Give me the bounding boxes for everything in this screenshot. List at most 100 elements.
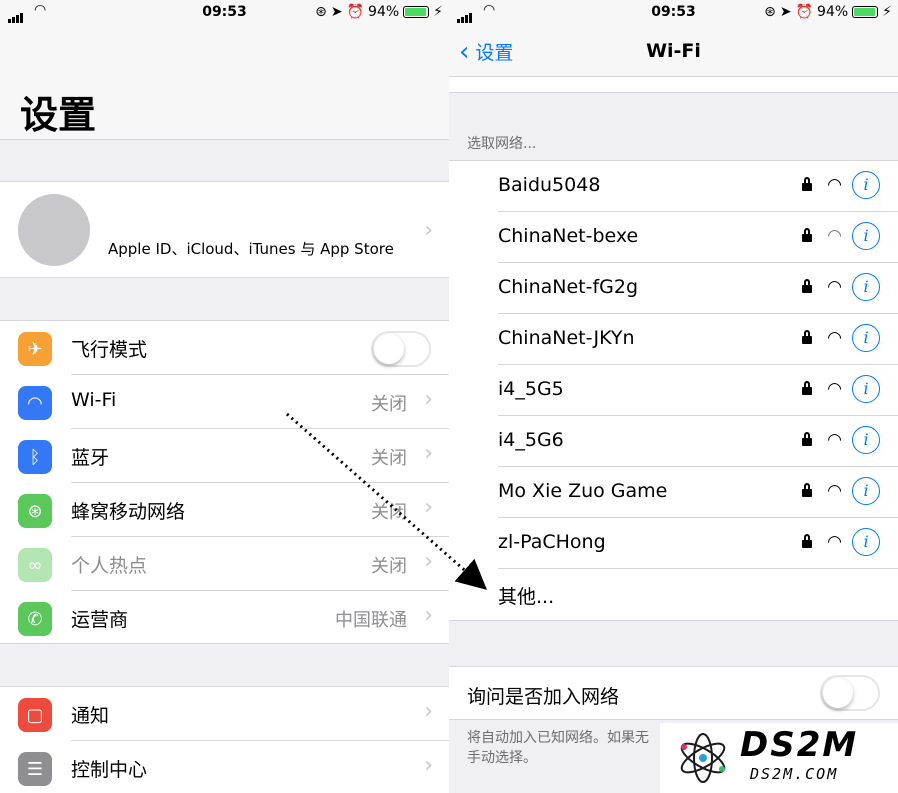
settings-row-control-center[interactable]: ☰ 控制中心 ›: [0, 741, 449, 793]
bluetooth-icon: ᛒ: [18, 440, 52, 474]
settings-row-bluetooth[interactable]: ᛒ 蓝牙 关闭 ›: [0, 429, 449, 483]
connectivity-group: ✈ 飞行模式 ◠ Wi-Fi 关闭 › ᛒ 蓝牙 关闭 › ⊛ 蜂窝移动网络 关…: [0, 320, 449, 644]
location-icon: ➤: [779, 4, 792, 20]
control-center-icon: ☰: [18, 752, 52, 786]
settings-row-carrier[interactable]: ✆ 运营商 中国联通 ›: [0, 591, 449, 645]
network-row[interactable]: Baidu5048 ◠ i: [449, 161, 898, 212]
row-label: 个人热点: [71, 555, 148, 577]
page-title: 设置: [20, 93, 97, 137]
network-row[interactable]: Mo Xie Zuo Game ◠ i: [449, 467, 898, 518]
info-icon[interactable]: i: [852, 477, 880, 505]
network-name: zl-PaCHong: [498, 531, 606, 553]
lock-icon: [802, 432, 812, 446]
wifi-signal-icon: ◠: [827, 430, 842, 450]
wifi-signal-icon: ◠: [827, 226, 842, 246]
chevron-right-icon: ›: [424, 549, 433, 574]
network-row[interactable]: ChinaNet-bexe ◠ i: [449, 212, 898, 263]
rotation-lock-icon: ⊛: [315, 4, 327, 20]
battery-percent: 94%: [368, 4, 400, 20]
lock-icon: [802, 483, 812, 497]
status-bar: ◠ 09:53 ⊛ ➤ ⏰ 94% ⚡: [0, 0, 449, 26]
ask-to-join-row: 询问是否加入网络: [449, 666, 898, 720]
alarm-icon: ⏰: [346, 4, 365, 20]
ask-to-join-footnote: 将自动加入已知网络。如果无 手动选择。: [467, 730, 649, 766]
navigation-bar: ‹ 设置 Wi-Fi: [449, 26, 898, 76]
ask-to-join-label: 询问是否加入网络: [467, 686, 620, 708]
watermark-url: DS2M.COM: [750, 765, 839, 783]
lock-icon: [802, 279, 812, 293]
lock-icon: [802, 330, 812, 344]
system-group: ▢ 通知 › ☰ 控制中心 ›: [0, 686, 449, 793]
settings-row-cellular[interactable]: ⊛ 蜂窝移动网络 关闭 ›: [0, 483, 449, 537]
profile-label: Apple ID、iCloud、iTunes 与 App Store: [108, 240, 394, 258]
hotspot-icon: ∞: [18, 548, 52, 582]
network-list: Baidu5048 ◠ i ChinaNet-bexe ◠ i ChinaNet…: [449, 160, 898, 621]
info-icon[interactable]: i: [852, 222, 880, 250]
info-icon[interactable]: i: [852, 273, 880, 301]
settings-row-airplane[interactable]: ✈ 飞行模式: [0, 321, 449, 375]
chevron-right-icon: ›: [424, 603, 433, 628]
network-name: i4_5G6: [498, 429, 564, 451]
info-icon[interactable]: i: [852, 324, 880, 352]
airplane-icon: ✈: [18, 332, 52, 366]
charging-icon: ⚡: [433, 4, 443, 20]
lock-icon: [802, 534, 812, 548]
rotation-lock-icon: ⊛: [764, 4, 776, 20]
row-label: 飞行模式: [71, 339, 148, 361]
info-icon[interactable]: i: [852, 375, 880, 403]
atom-logo-icon: [680, 733, 726, 783]
row-value: 关闭: [371, 448, 407, 469]
avatar: [18, 194, 90, 266]
chevron-right-icon: ›: [424, 218, 433, 243]
network-row[interactable]: ChinaNet-fG2g ◠ i: [449, 263, 898, 314]
wifi-signal-icon: ◠: [827, 328, 842, 348]
row-value: 关闭: [371, 556, 407, 577]
row-label: Wi-Fi: [71, 389, 117, 411]
row-value: 关闭: [371, 502, 407, 523]
row-value: 关闭: [371, 394, 407, 415]
profile-row[interactable]: Apple ID、iCloud、iTunes 与 App Store ›: [0, 181, 449, 278]
row-label: 运营商: [71, 609, 129, 631]
wifi-signal-icon: ◠: [827, 379, 842, 399]
settings-row-hotspot[interactable]: ∞ 个人热点 关闭 ›: [0, 537, 449, 591]
section-header: 选取网络...: [467, 136, 537, 152]
ask-to-join-toggle[interactable]: [820, 675, 880, 711]
wifi-signal-icon: ◠: [827, 277, 842, 297]
network-row[interactable]: i4_5G6 ◠ i: [449, 416, 898, 467]
network-row[interactable]: zl-PaCHong ◠ i: [449, 518, 898, 569]
info-icon[interactable]: i: [852, 528, 880, 556]
network-name: Baidu5048: [498, 174, 601, 196]
wifi-signal-icon: ◠: [827, 481, 842, 501]
alarm-icon: ⏰: [795, 4, 814, 20]
row-label: 蜂窝移动网络: [71, 501, 186, 523]
network-row[interactable]: ChinaNet-JKYn ◠ i: [449, 314, 898, 365]
row-label: 蓝牙: [71, 447, 110, 469]
settings-row-wifi[interactable]: ◠ Wi-Fi 关闭 ›: [0, 375, 449, 429]
wifi-screen: ◠ 09:53 ⊛ ➤ ⏰ 94% ⚡ ‹ 设置 Wi-Fi 选取网络... B…: [449, 0, 898, 793]
settings-screen: ◠ 09:53 ⊛ ➤ ⏰ 94% ⚡ 设置 Apple ID、iCloud、i…: [0, 0, 449, 793]
network-name: i4_5G5: [498, 378, 564, 400]
battery-percent: 94%: [817, 4, 849, 20]
battery-icon: [403, 6, 430, 18]
lock-icon: [802, 228, 812, 242]
chevron-right-icon: ›: [424, 753, 433, 778]
wifi-signal-icon: ◠: [827, 175, 842, 195]
info-icon[interactable]: i: [852, 171, 880, 199]
network-name: ChinaNet-bexe: [498, 225, 639, 247]
location-icon: ➤: [330, 4, 343, 20]
network-row[interactable]: i4_5G5 ◠ i: [449, 365, 898, 416]
chevron-right-icon: ›: [424, 441, 433, 466]
row-label: 通知: [71, 705, 110, 727]
lock-icon: [802, 177, 812, 191]
network-row-other[interactable]: 其他...: [449, 569, 898, 620]
watermark-brand: DS2M: [740, 725, 859, 765]
cellular-icon: ⊛: [18, 494, 52, 528]
chevron-right-icon: ›: [424, 387, 433, 412]
status-bar: ◠ 09:53 ⊛ ➤ ⏰ 94% ⚡: [449, 0, 898, 26]
network-name: Mo Xie Zuo Game: [498, 480, 668, 502]
settings-row-notifications[interactable]: ▢ 通知 ›: [0, 687, 449, 741]
airplane-toggle[interactable]: [371, 331, 431, 367]
network-name: ChinaNet-fG2g: [498, 276, 639, 298]
row-label: 控制中心: [71, 759, 148, 781]
info-icon[interactable]: i: [852, 426, 880, 454]
